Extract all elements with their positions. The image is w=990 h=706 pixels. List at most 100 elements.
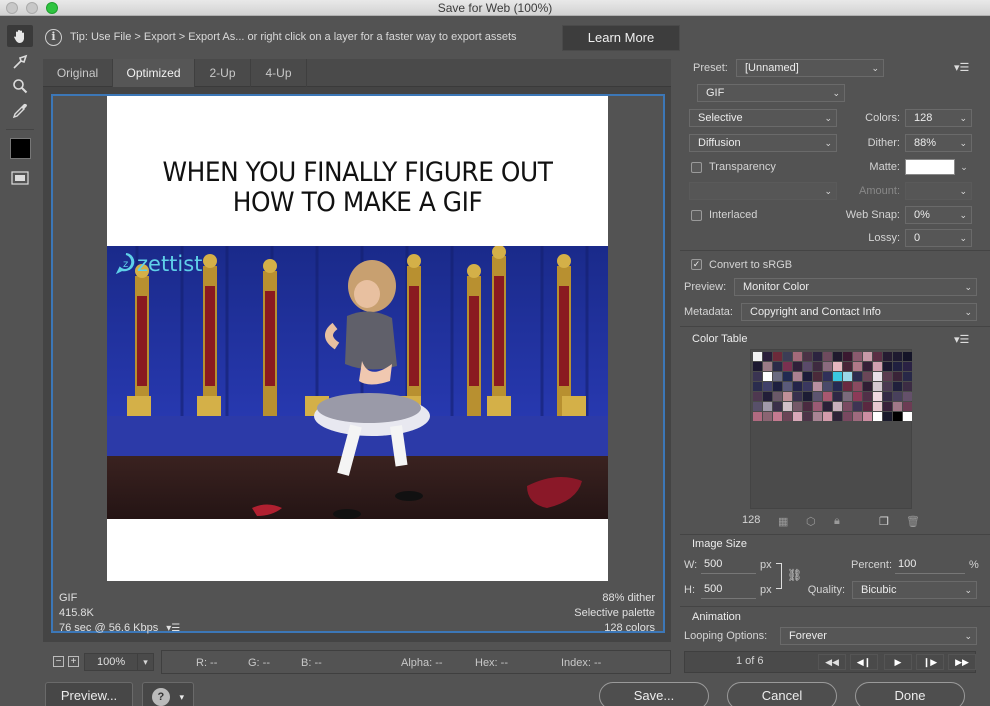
hand-tool-icon[interactable] (7, 25, 33, 47)
color-table-swatch[interactable] (893, 362, 902, 371)
color-table-swatch[interactable] (813, 372, 822, 381)
browser-select-button[interactable]: ? ▾ (142, 682, 194, 706)
color-table-swatch[interactable] (803, 412, 812, 421)
preview-image[interactable]: WHEN YOU FINALLY FIGURE OUT HOW TO MAKE … (107, 96, 608, 581)
web-shift-icon[interactable]: ⬡ (806, 515, 816, 528)
link-icon[interactable]: ⛓︎ (787, 568, 802, 582)
color-table-swatch[interactable] (863, 392, 872, 401)
color-table-swatch[interactable] (853, 412, 862, 421)
color-table-grid[interactable] (750, 349, 912, 509)
color-table-swatch[interactable] (853, 392, 862, 401)
color-table-swatch[interactable] (823, 352, 832, 361)
color-table-swatch[interactable] (753, 392, 762, 401)
color-table-swatch[interactable] (823, 382, 832, 391)
color-table-swatch[interactable] (843, 392, 852, 401)
color-table-swatch[interactable] (843, 352, 852, 361)
color-table-swatch[interactable] (793, 402, 802, 411)
color-table-swatch[interactable] (883, 412, 892, 421)
new-color-icon[interactable]: ❐ (879, 515, 889, 528)
color-table-swatch[interactable] (823, 362, 832, 371)
color-table-swatch[interactable] (863, 372, 872, 381)
color-table-swatch[interactable] (783, 382, 792, 391)
color-table-swatch[interactable] (813, 392, 822, 401)
color-table-swatch[interactable] (873, 382, 882, 391)
color-table-swatch[interactable] (833, 372, 842, 381)
color-table-swatch[interactable] (853, 372, 862, 381)
color-table-swatch[interactable] (763, 392, 772, 401)
color-table-swatch[interactable] (763, 372, 772, 381)
width-field[interactable]: 500 (701, 556, 756, 574)
color-table-swatch[interactable] (783, 362, 792, 371)
height-field[interactable]: 500 (701, 581, 756, 599)
color-table-swatch[interactable] (823, 402, 832, 411)
color-table-swatch[interactable] (843, 382, 852, 391)
tab-optimized[interactable]: Optimized (113, 59, 195, 87)
color-table-swatch[interactable] (763, 382, 772, 391)
color-table-swatch[interactable] (773, 362, 782, 371)
color-table-swatch[interactable] (843, 412, 852, 421)
cancel-button[interactable]: Cancel (727, 682, 837, 706)
color-table-swatch[interactable] (763, 412, 772, 421)
preset-dropdown[interactable]: [Unnamed] ⌄ (736, 59, 884, 77)
save-button[interactable]: Save... (599, 682, 709, 706)
color-table-swatch[interactable] (803, 362, 812, 371)
lossy-combo[interactable]: 0 ⌄ (905, 229, 972, 247)
tab-4-up[interactable]: 4-Up (251, 59, 307, 87)
color-table-swatch[interactable] (753, 362, 762, 371)
eyedropper-color-swatch[interactable] (10, 138, 31, 159)
color-table-swatch[interactable] (793, 392, 802, 401)
quality-dropdown[interactable]: Bicubic ⌄ (852, 581, 977, 599)
color-table-swatch[interactable] (853, 402, 862, 411)
percent-field[interactable]: 100 (895, 556, 965, 574)
color-table-swatch[interactable] (873, 392, 882, 401)
color-table-swatch[interactable] (763, 402, 772, 411)
color-table-swatch[interactable] (793, 412, 802, 421)
color-table-swatch[interactable] (903, 392, 912, 401)
eyedropper-tool-icon[interactable] (7, 100, 33, 122)
color-table-swatch[interactable] (883, 382, 892, 391)
color-table-swatch[interactable] (893, 352, 902, 361)
dither-amount-combo[interactable]: 88% ⌄ (905, 134, 972, 152)
color-table-swatch[interactable] (873, 402, 882, 411)
color-table-swatch[interactable] (823, 412, 832, 421)
trash-icon[interactable]: 🗑︎ (906, 515, 920, 528)
color-table-swatch[interactable] (803, 392, 812, 401)
tab-original[interactable]: Original (43, 59, 113, 87)
toggle-slices-visibility-icon[interactable] (7, 167, 33, 189)
color-table-swatch[interactable] (873, 372, 882, 381)
transparency-checkbox[interactable] (691, 162, 702, 173)
color-table-swatch[interactable] (783, 402, 792, 411)
color-table-swatch[interactable] (813, 352, 822, 361)
tab-2-up[interactable]: 2-Up (195, 59, 251, 87)
color-table-swatch[interactable] (753, 382, 762, 391)
color-table-swatch[interactable] (803, 382, 812, 391)
color-table-swatch[interactable] (753, 372, 762, 381)
map-transparent-icon[interactable]: ▦ (778, 515, 788, 528)
color-table-swatch[interactable] (863, 352, 872, 361)
interlaced-checkbox[interactable] (691, 210, 702, 221)
convert-srgb-checkbox[interactable]: ✓ (691, 259, 702, 270)
color-table-swatch[interactable] (793, 382, 802, 391)
preview-color-dropdown[interactable]: Monitor Color ⌄ (734, 278, 977, 296)
color-table-swatch[interactable] (753, 412, 762, 421)
color-table-swatch[interactable] (903, 382, 912, 391)
color-table-swatch[interactable] (863, 362, 872, 371)
zoom-tool-icon[interactable] (7, 75, 33, 97)
colors-combo[interactable]: 128 ⌄ (905, 109, 972, 127)
color-table-swatch[interactable] (843, 372, 852, 381)
color-table-swatch[interactable] (763, 352, 772, 361)
color-table-swatch[interactable] (773, 352, 782, 361)
lock-icon[interactable]: 🔒︎ (834, 515, 840, 528)
color-table-swatch[interactable] (823, 392, 832, 401)
color-table-swatch[interactable] (903, 402, 912, 411)
color-table-swatch[interactable] (833, 392, 842, 401)
color-table-swatch[interactable] (793, 362, 802, 371)
download-speed-menu-icon[interactable]: ▾☰ (166, 621, 180, 636)
color-table-swatch[interactable] (813, 402, 822, 411)
color-table-swatch[interactable] (803, 352, 812, 361)
last-frame-icon[interactable]: ▶▶ (948, 654, 976, 670)
dither-algorithm-dropdown[interactable]: Diffusion ⌄ (689, 134, 837, 152)
color-table-swatch[interactable] (863, 412, 872, 421)
color-table-swatch[interactable] (783, 392, 792, 401)
color-table-swatch[interactable] (793, 372, 802, 381)
